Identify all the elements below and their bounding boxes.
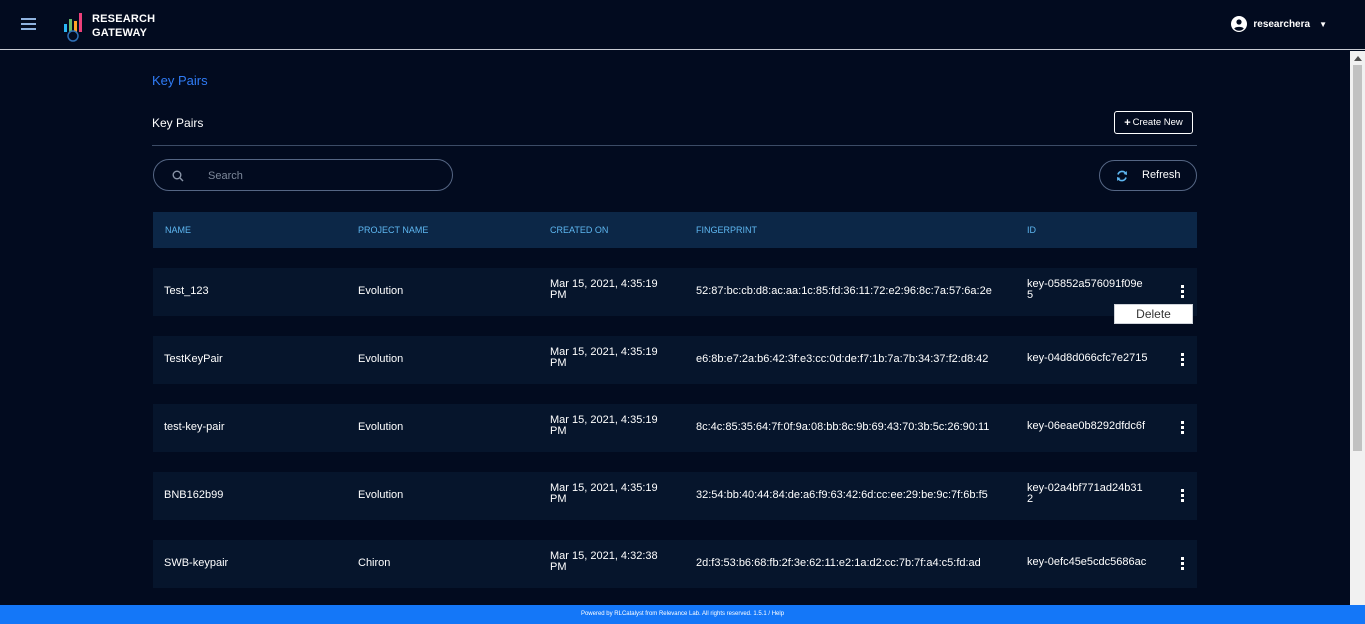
logo-line-1: RESEARCH [92,13,156,25]
row-actions-kebab-icon[interactable] [1179,421,1185,434]
cell-id: key-06eae0b8292dfdc6f [1027,420,1146,432]
cell-created: Mar 15, 2021, 4:35:19 PM [550,482,658,505]
divider [152,145,1197,146]
row-actions-kebab-icon[interactable] [1179,285,1185,298]
table-row: test-key-pair Evolution Mar 15, 2021, 4:… [153,404,1197,452]
table-row: BNB162b99 Evolution Mar 15, 2021, 4:35:1… [153,472,1197,520]
cell-created: Mar 15, 2021, 4:35:19 PM [550,278,658,301]
breadcrumb[interactable]: Key Pairs [152,73,208,88]
refresh-icon [1117,170,1127,182]
row-actions-kebab-icon[interactable] [1179,557,1185,570]
hamburger-icon[interactable] [21,18,36,30]
cell-project: Evolution [358,421,404,433]
column-header-fingerprint[interactable]: FINGERPRINT [696,225,757,235]
cell-fingerprint: 8c:4c:85:35:64:7f:0f:9a:08:bb:8c:9b:69:4… [696,421,990,433]
logo-text: RESEARCH GATEWAY [92,12,155,40]
search-icon [172,170,184,182]
cell-name: SWB-keypair [164,557,229,569]
column-header-created[interactable]: CREATED ON [550,225,608,235]
search-input[interactable] [206,166,430,186]
cell-id: key-05852a576091f09e5 [1027,278,1143,301]
row-actions-kebab-icon[interactable] [1179,489,1185,502]
user-menu[interactable]: researchera ▼ [1231,16,1327,32]
cell-id: key-04d8d066cfc7e2715 [1027,352,1148,364]
cell-name: Test_123 [164,285,209,297]
table-header: NAME PROJECT NAME CREATED ON FINGERPRINT… [153,212,1197,248]
chevron-down-icon: ▼ [1319,19,1327,29]
create-new-button[interactable]: + Create New [1114,111,1193,134]
cell-fingerprint: e6:8b:e7:2a:b6:42:3f:e3:cc:0d:de:f7:1b:7… [696,353,989,365]
cell-name: TestKeyPair [164,353,223,365]
scrollbar-thumb[interactable] [1353,65,1362,451]
column-header-name[interactable]: NAME [165,225,191,235]
cell-created: Mar 15, 2021, 4:32:38 PM [550,550,658,573]
cell-created: Mar 15, 2021, 4:35:19 PM [550,346,658,369]
cell-project: Evolution [358,489,404,501]
top-navbar: RESEARCH GATEWAY researchera ▼ [0,0,1365,50]
cell-fingerprint: 52:87:bc:cb:d8:ac:aa:1c:85:fd:36:11:72:e… [696,285,992,297]
column-header-project[interactable]: PROJECT NAME [358,225,428,235]
column-header-id[interactable]: ID [1027,225,1036,235]
cell-fingerprint: 2d:f3:53:b6:68:fb:2f:3e:62:11:e2:1a:d2:c… [696,557,981,569]
scroll-up-arrow-icon[interactable] [1354,56,1362,61]
delete-menu-item[interactable]: Delete [1114,304,1193,324]
page-title: Key Pairs [152,116,204,130]
search-box[interactable] [153,159,453,191]
cell-created: Mar 15, 2021, 4:35:19 PM [550,414,658,437]
cell-project: Chiron [358,557,391,569]
logo-line-2: GATEWAY [92,27,148,39]
username: researchera [1253,18,1311,30]
user-circle-icon [1231,16,1248,32]
table-row: TestKeyPair Evolution Mar 15, 2021, 4:35… [153,336,1197,384]
create-new-label: Create New [1132,117,1183,128]
refresh-button[interactable]: Refresh [1099,160,1197,191]
cell-fingerprint: 32:54:bb:40:44:84:de:a6:f9:63:42:6d:cc:e… [696,489,988,501]
research-gateway-logo [64,13,82,42]
cell-id: key-0efc45e5cdc5686ac [1027,556,1147,568]
vertical-scrollbar[interactable] [1350,51,1365,605]
cell-id: key-02a4bf771ad24b312 [1027,482,1143,505]
table-row: SWB-keypair Chiron Mar 15, 2021, 4:32:38… [153,540,1197,588]
cell-name: test-key-pair [164,421,225,433]
plus-icon: + [1124,116,1131,129]
footer: Powered by RLCatalyst from Relevance Lab… [0,605,1365,624]
cell-project: Evolution [358,353,404,365]
table-row: Test_123 Evolution Mar 15, 2021, 4:35:19… [153,268,1197,316]
cell-name: BNB162b99 [164,489,224,501]
row-actions-kebab-icon[interactable] [1179,353,1185,366]
refresh-label: Refresh [1142,169,1181,181]
cell-project: Evolution [358,285,404,297]
